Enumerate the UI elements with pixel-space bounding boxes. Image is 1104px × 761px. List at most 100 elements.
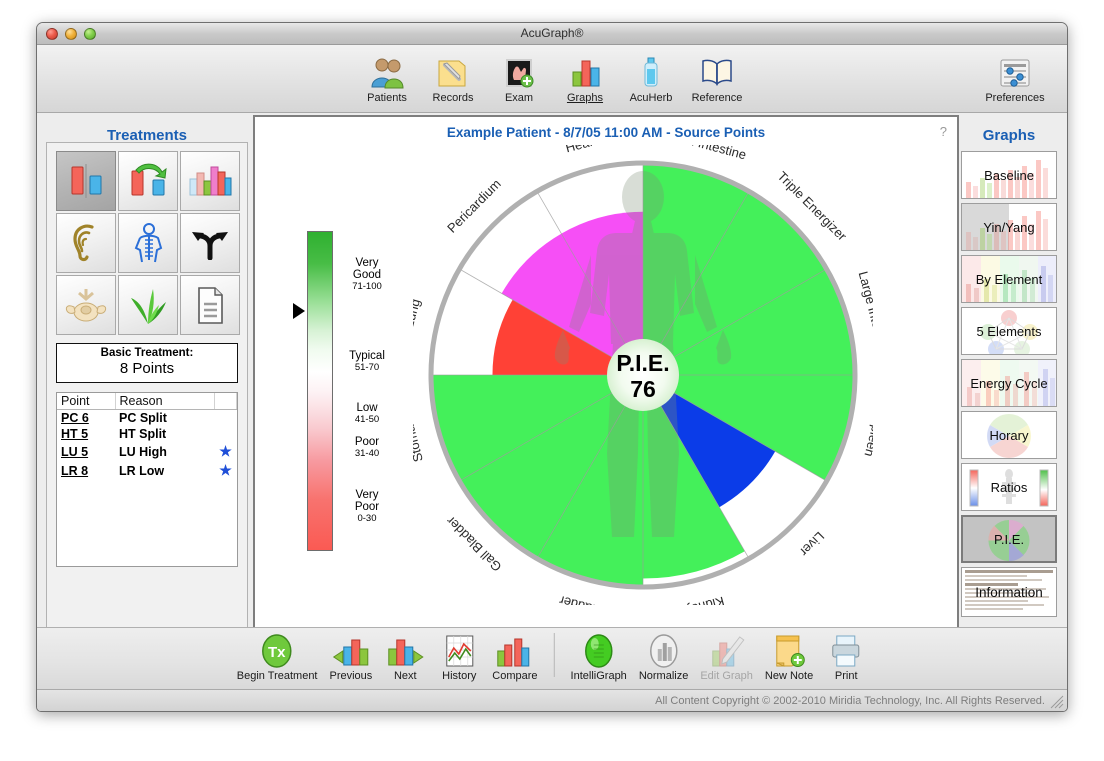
- treatments-panel: Treatments Basic Treatment: 8 Points Poi…: [56, 127, 240, 567]
- graph-button-baseline[interactable]: Baseline: [961, 151, 1057, 199]
- scale-label-very-good: Very Good 71-100: [352, 257, 382, 292]
- bottom-button-label: Previous: [329, 670, 373, 682]
- new-note-icon: [771, 631, 807, 669]
- toolbar-label: AcuHerb: [629, 92, 673, 104]
- bottom-button-next[interactable]: Next: [378, 631, 432, 682]
- toolbar-label: Exam: [504, 92, 534, 104]
- graph-button-energy-cycle[interactable]: Energy Cycle: [961, 359, 1057, 407]
- cell-star: ★: [219, 462, 232, 478]
- toolbar-label: Records: [432, 92, 474, 104]
- bottom-button-print[interactable]: Print: [819, 631, 873, 682]
- toolbar-item-graphs[interactable]: Graphs: [553, 50, 617, 104]
- bottom-toolbar-items: Tx Begin Treatment Previous Next History…: [231, 631, 873, 682]
- cell-reason: PC Split: [119, 411, 167, 425]
- color-scale-bar: [307, 231, 333, 551]
- pie-label-lung: Lung: [413, 297, 423, 329]
- main-toolbar: Patients Records Exam Graphs AcuHerb Ref…: [37, 45, 1067, 113]
- graph-button-information[interactable]: Information: [961, 567, 1057, 617]
- resize-grip[interactable]: [1050, 695, 1064, 709]
- print-icon: [828, 631, 864, 669]
- tx-badge-icon: Tx: [259, 631, 295, 669]
- graph-button-yin-yang[interactable]: Yin/Yang: [961, 203, 1057, 251]
- cell-star: [215, 426, 237, 442]
- table-row[interactable]: PC 6 PC Split: [57, 410, 237, 427]
- multi-bar-graph-icon: [189, 166, 232, 196]
- toolbar-item-reference[interactable]: Reference: [685, 50, 749, 104]
- toolbar-item-records[interactable]: Records: [421, 50, 485, 104]
- reference-icon: [697, 52, 737, 90]
- exam-icon: [499, 52, 539, 90]
- bottom-button-compare[interactable]: Compare: [486, 631, 543, 682]
- graph-button-5-elements[interactable]: 5 Elements: [961, 307, 1057, 355]
- cell-reason: LU High: [119, 444, 167, 459]
- document-notes-icon: [198, 287, 223, 324]
- treatment-button-spine[interactable]: [118, 213, 178, 273]
- treatment-points-table[interactable]: Point Reason PC 6 PC Split HT 5 HT Split…: [56, 392, 238, 567]
- window-title: AcuGraph®: [520, 26, 584, 40]
- treatment-button-auricular[interactable]: [56, 213, 116, 273]
- cell-star: [215, 410, 237, 427]
- basic-treatment-value: 8 Points: [119, 360, 175, 377]
- treatment-button-notes[interactable]: [180, 275, 240, 335]
- graph-button-horary[interactable]: Horary: [961, 411, 1057, 459]
- cell-point: HT 5: [61, 427, 89, 441]
- pie-center-label: P.I.E.: [616, 350, 669, 376]
- pie-label-stomach: Stomach: [413, 410, 426, 463]
- bottom-button-label: Print: [834, 670, 858, 682]
- scale-label-poor: Poor 31-40: [354, 436, 380, 459]
- pie-chart[interactable]: P.I.E. 76 Small IntestineTriple Energize…: [413, 145, 873, 605]
- cell-reason: HT Split: [119, 427, 167, 441]
- treatment-button-vertebra[interactable]: [56, 275, 116, 335]
- treatment-button-multi-graph[interactable]: [180, 151, 240, 211]
- scale-pointer: [293, 303, 305, 319]
- bottom-button-label: History: [442, 670, 477, 682]
- treatments-heading: Treatments: [106, 127, 188, 144]
- scale-label-low: Low 41-50: [354, 402, 380, 425]
- bottom-button-normalize[interactable]: Normalize: [633, 631, 695, 682]
- color-scale: Very Good 71-100 Typical 51-70 Low 41-50…: [293, 231, 398, 551]
- graph-button-ratios[interactable]: Ratios: [961, 463, 1057, 511]
- pie-label-small-intestine: Small Intestine: [662, 145, 748, 162]
- graph-button-by-element[interactable]: By Element: [961, 255, 1057, 303]
- bottom-button-begin-treatment[interactable]: Tx Begin Treatment: [231, 631, 324, 682]
- bottom-button-intelligraph[interactable]: IntelliGraph: [565, 631, 633, 682]
- treatment-button-divergent[interactable]: [180, 213, 240, 273]
- toolbar-item-acuherb[interactable]: AcuHerb: [619, 50, 683, 104]
- graph-button-label: P.I.E.: [993, 531, 1025, 547]
- toolbar-item-preferences[interactable]: Preferences: [977, 50, 1053, 104]
- bottom-button-label: Normalize: [638, 670, 689, 682]
- pie-center-value: 76: [630, 376, 656, 402]
- pie-label-heart: Heart: [564, 145, 599, 155]
- toolbar-label: Graphs: [566, 92, 604, 104]
- help-icon[interactable]: ?: [940, 124, 947, 139]
- graph-title: Example Patient - 8/7/05 11:00 AM - Sour…: [446, 125, 766, 140]
- treatment-button-basic[interactable]: [56, 151, 116, 211]
- app-window: AcuGraph® Patients Records Exam Graphs A…: [36, 22, 1068, 712]
- cell-star: ★: [219, 443, 232, 459]
- pie-label-large-intestine: Large Intestine: [856, 270, 873, 357]
- toolbar-right-group: Preferences: [977, 50, 1053, 104]
- graph-button-pie[interactable]: P.I.E.: [961, 515, 1057, 563]
- compare-icon: [493, 631, 537, 669]
- svg-text:Tx: Tx: [268, 644, 286, 661]
- toolbar-item-exam[interactable]: Exam: [487, 50, 551, 104]
- graphs-icon: [565, 52, 605, 90]
- bottom-button-new-note[interactable]: New Note: [759, 631, 819, 682]
- graph-button-label: By Element: [975, 271, 1043, 287]
- bottom-button-history[interactable]: History: [432, 631, 486, 682]
- table-row[interactable]: LU 5 LU High ★: [57, 442, 237, 461]
- bottom-button-label: Edit Graph: [700, 670, 753, 682]
- normalize-icon: [646, 631, 682, 669]
- bottom-button-edit-graph[interactable]: Edit Graph: [694, 631, 759, 682]
- toolbar-item-patients[interactable]: Patients: [355, 50, 419, 104]
- basic-treatment-icon: [71, 164, 102, 198]
- graphs-panel: Graphs Baseline Yin/Yang By Element 5 El…: [961, 127, 1057, 621]
- bottom-button-previous[interactable]: Previous: [324, 631, 379, 682]
- table-row[interactable]: HT 5 HT Split: [57, 426, 237, 442]
- graph-button-label: Yin/Yang: [983, 219, 1035, 235]
- treatment-button-herbs[interactable]: [118, 275, 178, 335]
- copyright-text: All Content Copyright © 2002-2010 Miridi…: [655, 694, 1045, 707]
- table-row[interactable]: LR 8 LR Low ★: [57, 461, 237, 480]
- treatment-button-tonify-sedate[interactable]: [118, 151, 178, 211]
- bottom-button-label: Compare: [492, 670, 538, 682]
